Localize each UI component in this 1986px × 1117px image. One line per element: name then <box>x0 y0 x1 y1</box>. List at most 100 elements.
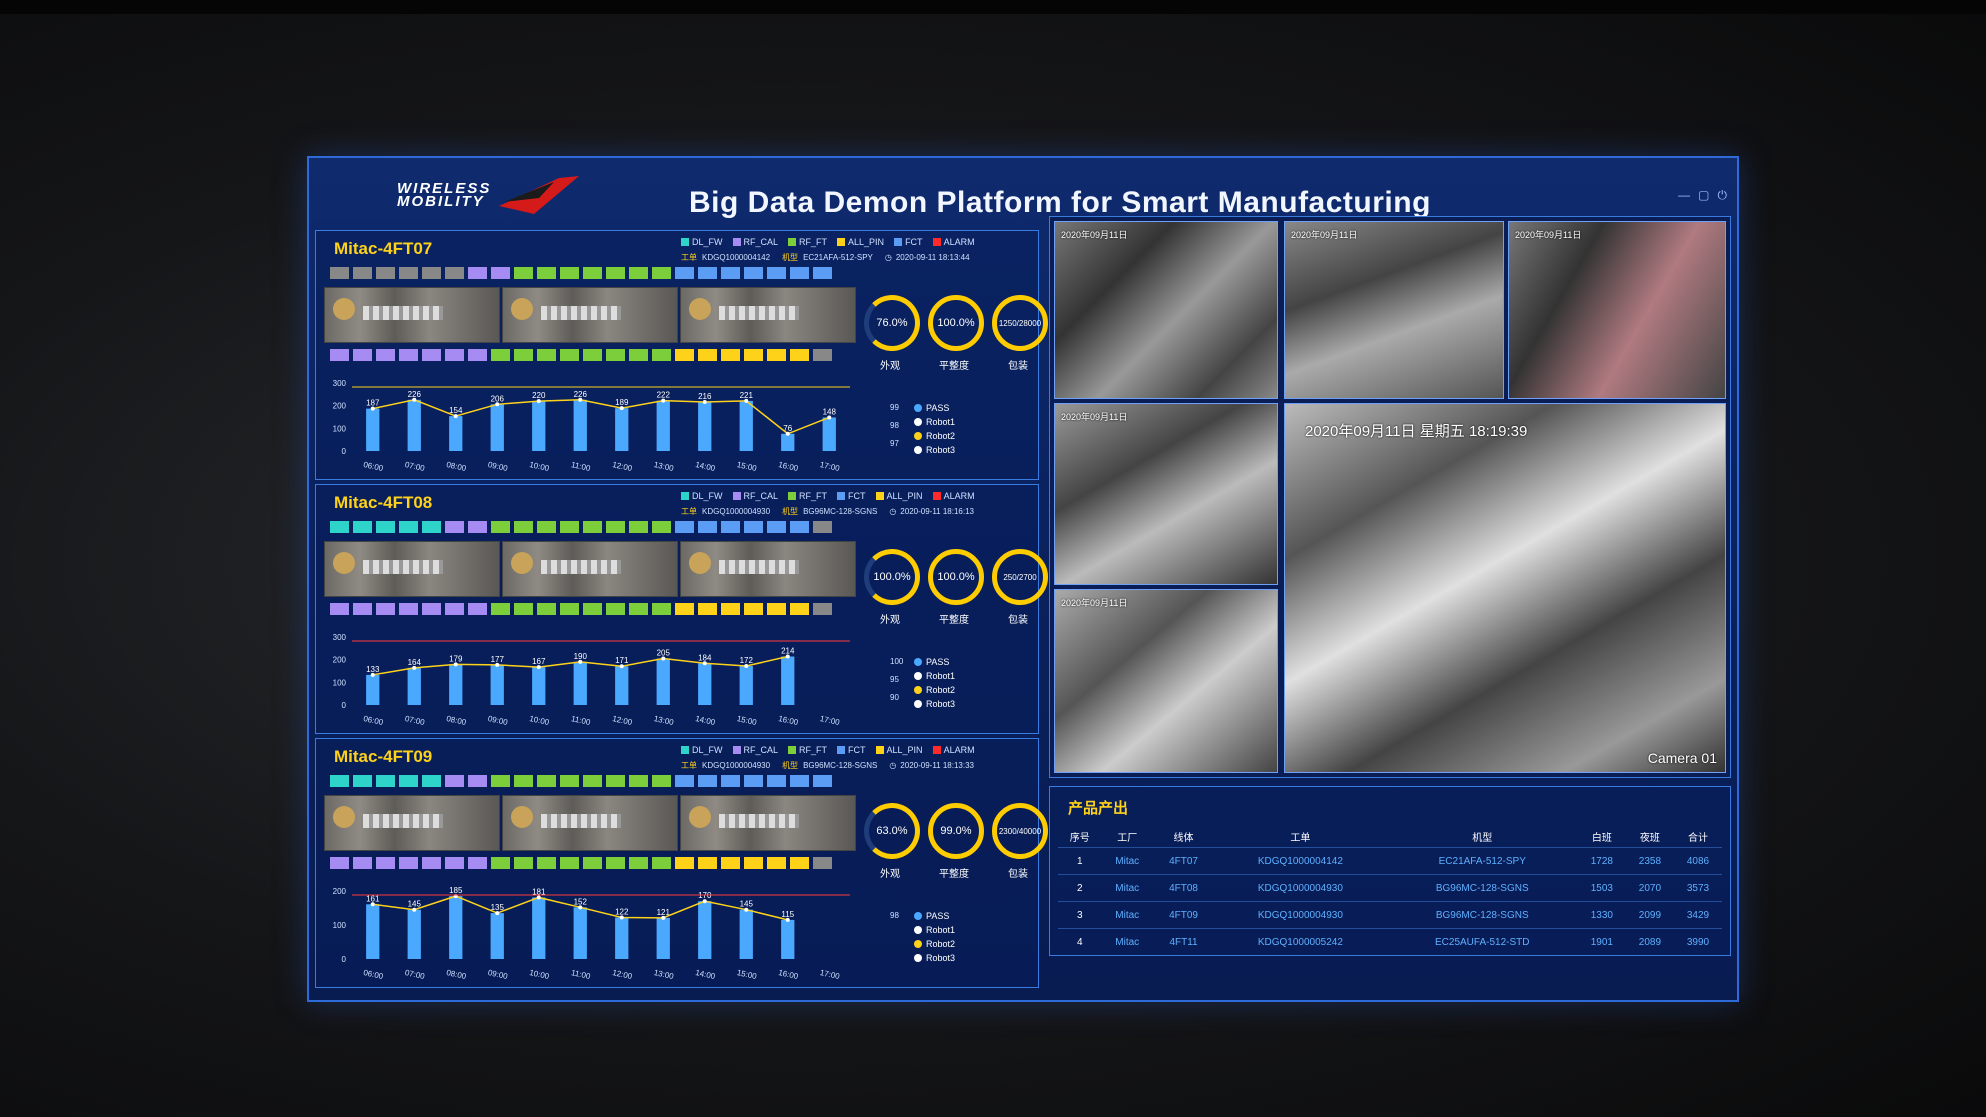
station-cell[interactable] <box>698 349 717 361</box>
station-cell[interactable] <box>330 857 349 869</box>
station-cell[interactable] <box>560 857 579 869</box>
station-cell[interactable] <box>491 775 510 787</box>
station-cell[interactable] <box>330 775 349 787</box>
camera-feed-2[interactable]: 2020年09月11日 <box>1284 221 1504 399</box>
station-cell[interactable] <box>652 267 671 279</box>
station-cell[interactable] <box>376 603 395 615</box>
station-cell[interactable] <box>468 349 487 361</box>
station-cell[interactable] <box>560 521 579 533</box>
station-cell[interactable] <box>330 521 349 533</box>
station-cell[interactable] <box>537 775 556 787</box>
station-cell[interactable] <box>514 521 533 533</box>
station-cell[interactable] <box>376 349 395 361</box>
station-cell[interactable] <box>330 267 349 279</box>
station-cell[interactable] <box>583 349 602 361</box>
station-cell[interactable] <box>652 521 671 533</box>
station-cell[interactable] <box>606 349 625 361</box>
station-cell[interactable] <box>813 603 832 615</box>
station-cell[interactable] <box>445 349 464 361</box>
station-cell[interactable] <box>399 603 418 615</box>
station-cell[interactable] <box>652 775 671 787</box>
station-cell[interactable] <box>698 857 717 869</box>
station-cell[interactable] <box>629 349 648 361</box>
station-cell[interactable] <box>606 603 625 615</box>
station-cell[interactable] <box>813 521 832 533</box>
station-cell[interactable] <box>698 521 717 533</box>
station-cell[interactable] <box>790 267 809 279</box>
station-cell[interactable] <box>813 349 832 361</box>
station-cell[interactable] <box>537 349 556 361</box>
station-cell[interactable] <box>468 603 487 615</box>
station-cell[interactable] <box>721 521 740 533</box>
station-cell[interactable] <box>560 349 579 361</box>
station-cell[interactable] <box>790 775 809 787</box>
station-cell[interactable] <box>376 267 395 279</box>
minimize-icon[interactable]: — <box>1678 188 1690 203</box>
power-icon[interactable]: ⏻ <box>1718 188 1728 203</box>
station-cell[interactable] <box>514 775 533 787</box>
station-cell[interactable] <box>744 603 763 615</box>
table-row[interactable]: 2 Mitac 4FT08 KDGQ1000004930 BG96MC-128-SGNS… <box>1058 874 1722 902</box>
station-cell[interactable] <box>422 603 441 615</box>
station-cell[interactable] <box>445 775 464 787</box>
station-cell[interactable] <box>629 603 648 615</box>
station-cell[interactable] <box>514 857 533 869</box>
station-cell[interactable] <box>629 775 648 787</box>
station-cell[interactable] <box>583 267 602 279</box>
station-cell[interactable] <box>767 349 786 361</box>
station-cell[interactable] <box>675 267 694 279</box>
station-cell[interactable] <box>698 267 717 279</box>
station-cell[interactable] <box>790 521 809 533</box>
station-cell[interactable] <box>445 603 464 615</box>
station-cell[interactable] <box>744 267 763 279</box>
station-cell[interactable] <box>629 521 648 533</box>
station-cell[interactable] <box>606 857 625 869</box>
station-cell[interactable] <box>583 521 602 533</box>
station-cell[interactable] <box>583 775 602 787</box>
station-cell[interactable] <box>560 267 579 279</box>
station-cell[interactable] <box>813 267 832 279</box>
table-row[interactable]: 1 Mitac 4FT07 KDGQ1000004142 EC21AFA-512-SPY… <box>1058 847 1722 875</box>
station-cell[interactable] <box>445 267 464 279</box>
station-cell[interactable] <box>606 775 625 787</box>
station-cell[interactable] <box>744 857 763 869</box>
station-cell[interactable] <box>652 603 671 615</box>
station-cell[interactable] <box>629 857 648 869</box>
station-cell[interactable] <box>675 775 694 787</box>
station-cell[interactable] <box>376 775 395 787</box>
station-cell[interactable] <box>675 349 694 361</box>
station-cell[interactable] <box>491 267 510 279</box>
station-cell[interactable] <box>744 521 763 533</box>
station-cell[interactable] <box>399 521 418 533</box>
table-row[interactable]: 3 Mitac 4FT09 KDGQ1000004930 BG96MC-128-SGNS… <box>1058 901 1722 929</box>
station-cell[interactable] <box>330 349 349 361</box>
station-cell[interactable] <box>790 857 809 869</box>
station-cell[interactable] <box>422 857 441 869</box>
station-cell[interactable] <box>468 521 487 533</box>
station-cell[interactable] <box>514 349 533 361</box>
station-cell[interactable] <box>491 521 510 533</box>
station-cell[interactable] <box>652 857 671 869</box>
station-cell[interactable] <box>422 521 441 533</box>
station-cell[interactable] <box>606 521 625 533</box>
station-cell[interactable] <box>583 603 602 615</box>
camera-feed-4[interactable]: 2020年09月11日 <box>1054 403 1278 585</box>
camera-feed-3[interactable]: 2020年09月11日 <box>1508 221 1726 399</box>
station-cell[interactable] <box>767 603 786 615</box>
station-cell[interactable] <box>767 267 786 279</box>
station-cell[interactable] <box>790 603 809 615</box>
station-cell[interactable] <box>721 775 740 787</box>
station-cell[interactable] <box>491 857 510 869</box>
station-cell[interactable] <box>790 349 809 361</box>
station-cell[interactable] <box>514 603 533 615</box>
station-cell[interactable] <box>399 857 418 869</box>
station-cell[interactable] <box>330 603 349 615</box>
station-cell[interactable] <box>721 857 740 869</box>
station-cell[interactable] <box>399 349 418 361</box>
station-cell[interactable] <box>353 349 372 361</box>
station-cell[interactable] <box>698 775 717 787</box>
station-cell[interactable] <box>675 521 694 533</box>
station-cell[interactable] <box>675 857 694 869</box>
station-cell[interactable] <box>468 775 487 787</box>
station-cell[interactable] <box>537 521 556 533</box>
